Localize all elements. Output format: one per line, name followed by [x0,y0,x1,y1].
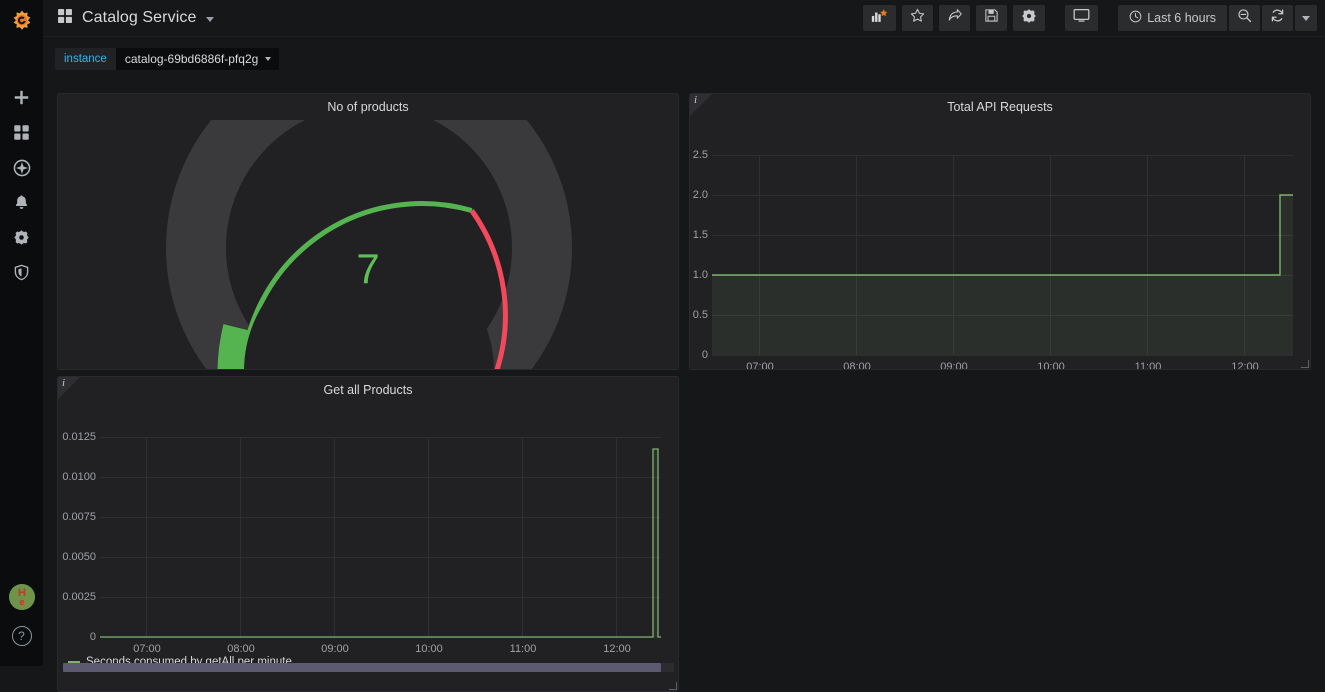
add-panel-icon [871,8,888,28]
plus-icon [13,89,30,106]
graph-get-all-products: 0.0125 0.0100 0.0075 0.0050 0.0025 0 07:… [58,403,678,691]
add-panel-button[interactable] [863,5,896,31]
xtick-label: 08:00 [216,643,266,655]
apps-grid-icon [57,8,73,29]
ytick-label: 1.0 [690,269,708,281]
sidebar-item-configuration[interactable] [0,220,43,255]
panel-total-api-requests: i Total API Requests [689,93,1311,370]
svg-text:e: e [19,597,24,607]
ytick-label: 0.0125 [58,431,96,443]
panel-title-total-api-requests[interactable]: Total API Requests [690,94,1310,120]
ytick-label: 2.0 [690,189,708,201]
ytick-label: 0.0100 [58,471,96,483]
panel-horizontal-scrollbar[interactable] [63,663,674,672]
chevron-down-icon [265,57,271,61]
cycle-view-mode-button[interactable] [1065,5,1098,31]
time-range-label: Last 6 hours [1147,11,1216,25]
monitor-icon [1073,8,1090,28]
time-range-picker[interactable]: Last 6 hours [1118,5,1227,31]
navbar-actions: Last 6 hours [863,5,1317,31]
save-dashboard-button[interactable] [976,5,1007,31]
xtick-label: 11:00 [1123,361,1173,370]
star-dashboard-button[interactable] [902,5,933,31]
graph-total-api-requests: 2.5 2.0 1.5 1.0 0.5 0 07:00 08:00 09:00 … [690,120,1310,369]
zoom-out-time-range-button[interactable] [1229,5,1260,31]
xtick-label: 10:00 [1026,361,1076,370]
panel-no-of-products: No of products 7 [57,93,679,370]
graph-svg-total-api-requests [690,120,1310,370]
save-disk-icon [984,8,999,28]
xtick-label: 09:00 [310,643,360,655]
gauge-value-text: 7 [356,245,379,293]
refresh-dashboard-button[interactable] [1262,5,1293,31]
xtick-label: 12:00 [592,643,642,655]
sidebar-item-server-admin[interactable] [0,255,43,290]
help-icon[interactable]: ? [12,626,32,646]
gear-icon [13,229,30,246]
ytick-label: 0.0050 [58,551,96,563]
chevron-down-icon[interactable] [206,17,214,22]
apps-grid-icon [13,124,30,141]
xtick-label: 10:00 [404,643,454,655]
variable-select-instance[interactable]: catalog-69bd6886f-pfq2g [116,48,279,70]
panel-get-all-products: i Get all Products [57,376,679,692]
panel-info-corner-total-api-requests[interactable] [690,94,712,116]
share-icon [947,8,962,28]
scrollbar-thumb[interactable] [63,663,661,672]
compass-icon [13,159,31,177]
dashboard-submenu: instance catalog-69bd6886f-pfq2g [55,37,1313,73]
ytick-label: 0.0075 [58,511,96,523]
top-navbar: Catalog Service [43,0,1325,37]
xtick-label: 07:00 [122,643,172,655]
panel-info-corner-get-all-products[interactable] [58,377,80,399]
panel-title-no-of-products[interactable]: No of products [58,94,678,120]
variable-instance: instance catalog-69bd6886f-pfq2g [55,48,279,70]
xtick-label: 11:00 [498,643,548,655]
time-range-group: Last 6 hours [1118,5,1317,31]
refresh-interval-dropdown[interactable] [1295,5,1317,31]
panel-title-get-all-products[interactable]: Get all Products [58,377,678,403]
variable-value-instance: catalog-69bd6886f-pfq2g [125,52,258,66]
xtick-label: 09:00 [929,361,979,370]
breadcrumb[interactable]: Catalog Service [57,8,214,29]
xtick-label: 12:00 [1220,361,1270,370]
avatar[interactable]: H e [9,584,35,610]
search-minus-icon [1237,8,1252,28]
ytick-label: 0.0025 [58,591,96,603]
dashboard-canvas: instance catalog-69bd6886f-pfq2g No of p… [43,37,1325,666]
ytick-label: 1.5 [690,229,708,241]
ytick-label: 2.5 [690,149,708,161]
refresh-icon [1270,8,1285,28]
grafana-logo-icon[interactable] [0,2,43,40]
xtick-label: 07:00 [735,361,785,370]
sidebar-item-explore[interactable] [0,150,43,185]
ytick-label: 0.5 [690,309,708,321]
sidebar-item-dashboards[interactable] [0,115,43,150]
gauge-chart: 7 [58,120,678,369]
share-dashboard-button[interactable] [939,5,970,31]
page-title: Catalog Service [82,9,196,27]
bell-icon [13,194,30,211]
shield-icon [13,264,30,281]
side-menu: H e ? [0,0,43,666]
dashboard-settings-button[interactable] [1013,5,1045,31]
panel-resize-handle[interactable] [1301,360,1309,368]
chevron-down-icon [1302,16,1310,21]
ytick-label: 0 [58,631,96,643]
panel-resize-handle[interactable] [669,682,677,690]
clock-icon [1129,10,1142,26]
sidebar-item-create[interactable] [0,80,43,115]
sidebar-item-alerting[interactable] [0,185,43,220]
xtick-label: 08:00 [832,361,882,370]
ytick-label: 0 [690,349,708,361]
gear-icon [1021,8,1037,29]
variable-label-instance: instance [55,48,116,70]
star-icon [910,8,925,28]
